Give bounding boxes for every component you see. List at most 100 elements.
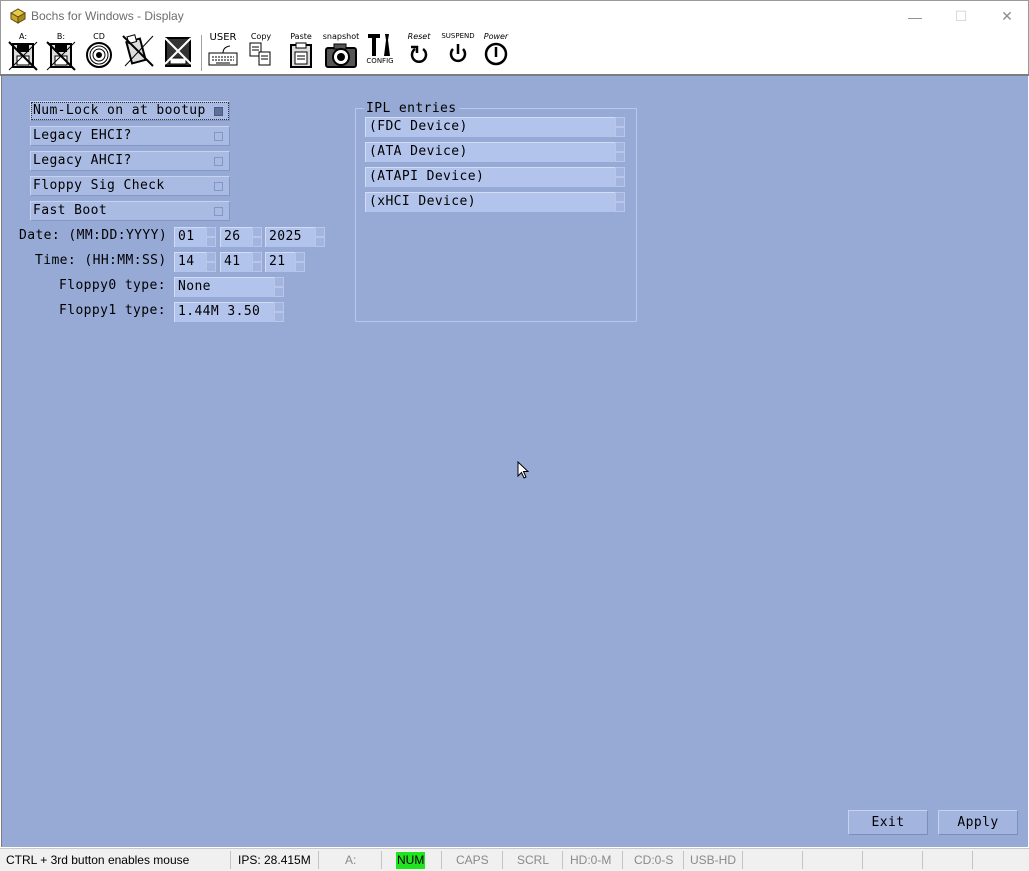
spin-up[interactable]: [274, 277, 284, 287]
close-button[interactable]: ✕: [984, 1, 1029, 32]
ipl-entry[interactable]: (ATAPI Device): [365, 167, 615, 187]
paste-button[interactable]: Paste: [287, 32, 315, 72]
checkbox-unchecked[interactable]: [214, 207, 223, 216]
window-title: Bochs for Windows - Display: [31, 9, 184, 23]
time-minute-field[interactable]: 41: [220, 252, 252, 272]
spin-down[interactable]: [274, 287, 284, 297]
spin-up[interactable]: [615, 117, 625, 127]
time-hour-spinner[interactable]: [206, 252, 216, 272]
time-hour-value: 14: [178, 254, 195, 269]
date-day-spinner[interactable]: [252, 227, 262, 247]
floppy0-type-select[interactable]: None: [174, 277, 274, 297]
date-year-spinner[interactable]: [315, 227, 325, 247]
ipl-entry[interactable]: (xHCI Device): [365, 192, 615, 212]
apply-button[interactable]: Apply: [938, 810, 1018, 835]
exit-button-label: Exit: [871, 815, 905, 830]
checkbox-unchecked[interactable]: [214, 182, 223, 191]
ipl-entry[interactable]: (FDC Device): [365, 117, 615, 137]
floppy0-type-value: None: [178, 279, 211, 294]
hard-disk-button[interactable]: [161, 32, 195, 72]
keyboard-icon: [208, 45, 238, 66]
spin-up[interactable]: [206, 227, 216, 237]
spin-up[interactable]: [206, 252, 216, 262]
option-label: Legacy AHCI?: [33, 153, 132, 168]
ipl-entry[interactable]: (ATA Device): [365, 142, 615, 162]
ipl-entry-spinner[interactable]: [615, 142, 625, 162]
ipl-entry-spinner[interactable]: [615, 192, 625, 212]
spin-up[interactable]: [295, 252, 305, 262]
ipl-entry-spinner[interactable]: [615, 117, 625, 137]
spin-down[interactable]: [615, 127, 625, 137]
snapshot-button[interactable]: snapshot: [323, 32, 359, 72]
floppy-disk-crossed-icon: [46, 41, 76, 71]
status-divider: [683, 851, 684, 869]
checkbox-unchecked[interactable]: [214, 132, 223, 141]
spin-up[interactable]: [315, 227, 325, 237]
floppy-a-button[interactable]: A:: [7, 32, 39, 72]
cdrom-button[interactable]: CD: [85, 32, 113, 72]
reset-button[interactable]: Reset: [403, 32, 435, 72]
spin-up[interactable]: [252, 227, 262, 237]
floppy1-type-spinner[interactable]: [274, 302, 284, 322]
floppy0-type-spinner[interactable]: [274, 277, 284, 297]
power-button[interactable]: Power: [479, 32, 513, 72]
floppy-b-button[interactable]: B:: [45, 32, 77, 72]
ipl-entry-spinner[interactable]: [615, 167, 625, 187]
option-legacy-ahci[interactable]: Legacy AHCI?: [30, 151, 230, 171]
option-num-lock[interactable]: Num-Lock on at bootup: [30, 101, 230, 121]
status-divider: [742, 851, 743, 869]
spin-down[interactable]: [615, 177, 625, 187]
emulator-display[interactable]: Num-Lock on at bootup Legacy EHCI? Legac…: [1, 76, 1028, 847]
exit-button[interactable]: Exit: [848, 810, 928, 835]
time-hour-field[interactable]: 14: [174, 252, 206, 272]
status-usb-indicator: USB-HD: [690, 853, 737, 867]
toolbar: A: B: CD USER Copy Paste snapshot CONFIG…: [0, 32, 1029, 74]
copy-button[interactable]: Copy: [247, 32, 275, 72]
user-button[interactable]: USER: [207, 32, 239, 72]
time-minute-spinner[interactable]: [252, 252, 262, 272]
option-fast-boot[interactable]: Fast Boot: [30, 201, 230, 221]
spin-down[interactable]: [315, 237, 325, 247]
date-month-field[interactable]: 01: [174, 227, 206, 247]
spin-down[interactable]: [274, 312, 284, 322]
option-legacy-ehci[interactable]: Legacy EHCI?: [30, 126, 230, 146]
status-ips: IPS: 28.415M: [238, 853, 311, 867]
status-divider: [318, 851, 319, 869]
spin-down[interactable]: [615, 152, 625, 162]
time-second-spinner[interactable]: [295, 252, 305, 272]
status-divider: [802, 851, 803, 869]
suspend-button[interactable]: SUSPEND: [441, 32, 475, 72]
minimize-button[interactable]: —: [892, 1, 938, 32]
spin-up[interactable]: [615, 192, 625, 202]
spin-down[interactable]: [206, 262, 216, 272]
spin-down[interactable]: [295, 262, 305, 272]
copy-icon: [249, 42, 271, 66]
hard-disk-crossed-icon: [164, 37, 192, 67]
floppy-disk-crossed-icon: [8, 41, 38, 71]
status-scrl-indicator: SCRL: [517, 853, 550, 867]
spin-up[interactable]: [252, 252, 262, 262]
usb-button[interactable]: [121, 32, 155, 72]
ipl-entry-label: (FDC Device): [369, 119, 468, 134]
ipl-entry-label: (ATA Device): [369, 144, 468, 159]
config-button[interactable]: CONFIG: [364, 32, 396, 72]
time-second-field[interactable]: 21: [265, 252, 295, 272]
spin-down[interactable]: [206, 237, 216, 247]
spin-down[interactable]: [252, 262, 262, 272]
snapshot-label: snapshot: [322, 32, 360, 41]
option-floppy-sig-check[interactable]: Floppy Sig Check: [30, 176, 230, 196]
spin-up[interactable]: [615, 142, 625, 152]
date-day-field[interactable]: 26: [220, 227, 252, 247]
status-divider: [622, 851, 623, 869]
checkbox-checked[interactable]: [214, 107, 223, 116]
date-month-spinner[interactable]: [206, 227, 216, 247]
floppy1-type-select[interactable]: 1.44M 3.50: [174, 302, 274, 322]
date-year-field[interactable]: 2025: [265, 227, 315, 247]
spin-down[interactable]: [252, 237, 262, 247]
checkbox-unchecked[interactable]: [214, 157, 223, 166]
status-divider: [381, 851, 382, 869]
spin-up[interactable]: [615, 167, 625, 177]
spin-up[interactable]: [274, 302, 284, 312]
spin-down[interactable]: [615, 202, 625, 212]
maximize-button[interactable]: ☐: [938, 1, 984, 32]
